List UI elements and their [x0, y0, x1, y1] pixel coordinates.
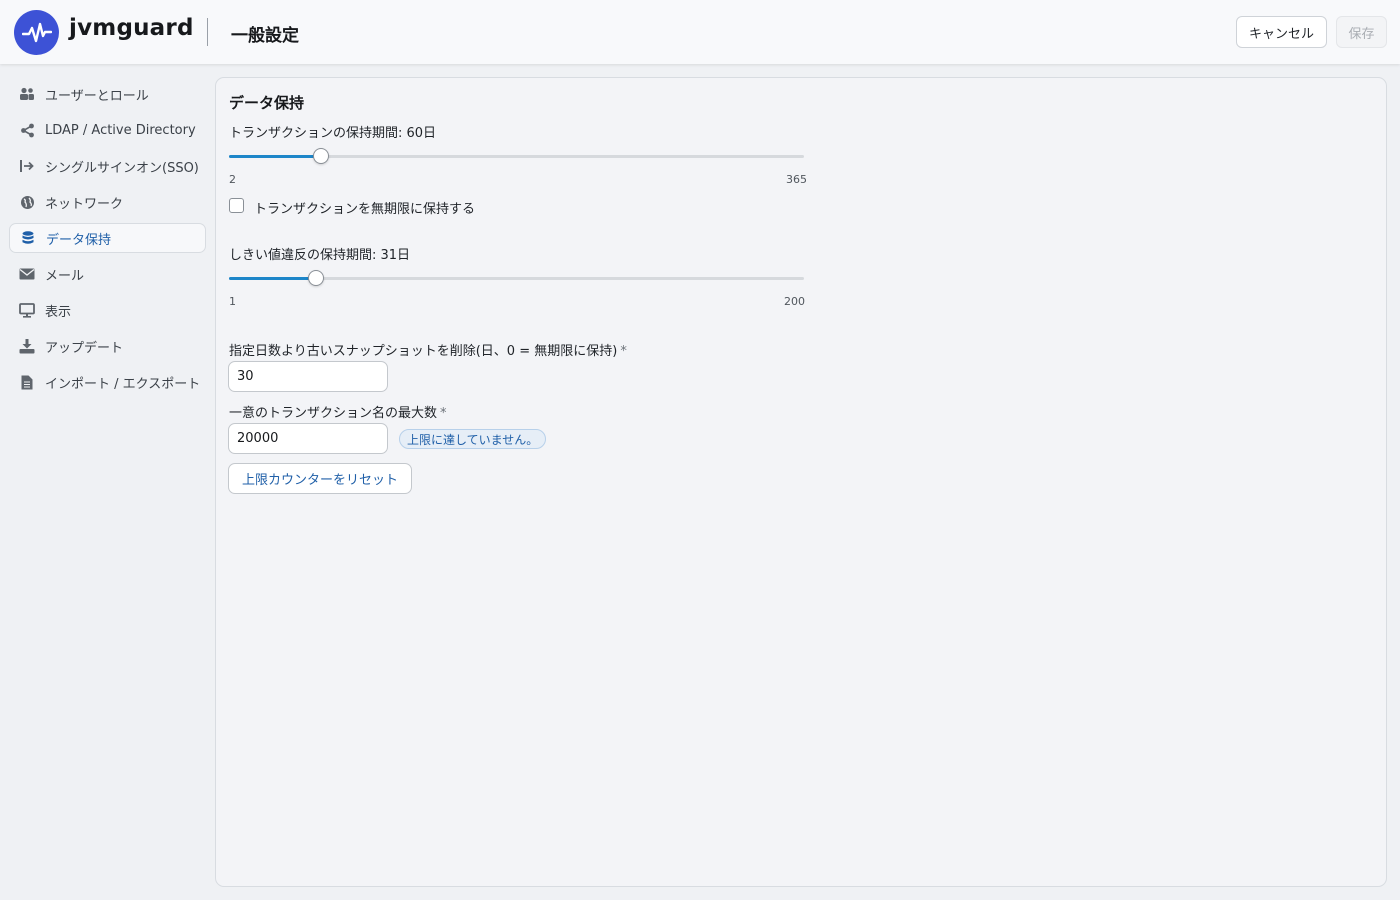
- pulse-icon: [14, 10, 59, 55]
- header-divider: [207, 18, 208, 46]
- unlimited-retention-checkbox[interactable]: [229, 198, 244, 213]
- sidebar-item-label: 表示: [45, 304, 72, 320]
- download-icon: [18, 337, 36, 355]
- slider-fill: [229, 155, 321, 158]
- sidebar-item-sso[interactable]: シングルサインオン(SSO): [9, 151, 206, 181]
- sidebar-item-ldap[interactable]: LDAP / Active Directory: [9, 115, 206, 145]
- slider-min-label: 1: [229, 295, 236, 308]
- slider-max-label: 200: [784, 295, 805, 308]
- sidebar-item-label: データ保持: [46, 232, 112, 248]
- transaction-retention-label: トランザクションの保持期間: 60日: [229, 126, 437, 141]
- transaction-retention-slider[interactable]: [229, 148, 804, 164]
- file-icon: [18, 373, 36, 391]
- sidebar-item-label: シングルサインオン(SSO): [45, 160, 199, 176]
- sidebar-item-label: ネットワーク: [45, 196, 124, 212]
- sidebar-item-import-export[interactable]: インポート / エクスポート: [9, 367, 206, 397]
- share-icon: [18, 121, 36, 139]
- sidebar-item-display[interactable]: 表示: [9, 295, 206, 325]
- slider-max-label: 365: [786, 173, 807, 186]
- monitor-icon: [18, 301, 36, 319]
- sign-in-icon: [18, 157, 36, 175]
- threshold-retention-label: しきい値違反の保持期間: 31日: [229, 248, 411, 263]
- sidebar-item-data-retention[interactable]: データ保持: [9, 223, 206, 253]
- sidebar-item-network[interactable]: ネットワーク: [9, 187, 206, 217]
- sidebar-item-label: アップデート: [45, 340, 124, 356]
- envelope-icon: [18, 265, 36, 283]
- sidebar-item-label: メール: [45, 268, 85, 284]
- brand-name: jvmguard: [69, 15, 194, 41]
- globe-icon: [18, 193, 36, 211]
- sidebar-item-label: インポート / エクスポート: [45, 376, 201, 392]
- sidebar-item-label: LDAP / Active Directory: [45, 122, 196, 138]
- max-transaction-names-input[interactable]: [228, 423, 388, 454]
- snapshot-delete-label: 指定日数より古いスナップショットを削除(日、0 = 無期限に保持) *: [229, 344, 627, 359]
- page-title: 一般設定: [231, 26, 299, 46]
- slider-min-label: 2: [229, 173, 236, 186]
- database-icon: [19, 229, 37, 247]
- users-icon: [18, 85, 36, 103]
- slider-thumb[interactable]: [312, 148, 329, 164]
- slider-fill: [229, 277, 316, 280]
- slider-thumb[interactable]: [307, 270, 324, 286]
- save-button[interactable]: 保存: [1336, 16, 1387, 48]
- snapshot-delete-days-input[interactable]: [228, 361, 388, 392]
- required-mark: *: [620, 344, 627, 359]
- limit-status-badge: 上限に達していません。: [399, 429, 547, 449]
- max-transaction-names-label: 一意のトランザクション名の最大数 *: [229, 406, 447, 421]
- sidebar: ユーザーとロール LDAP / Active Directory シングルサイン…: [0, 64, 216, 900]
- sidebar-item-mail[interactable]: メール: [9, 259, 206, 289]
- data-retention-panel: データ保持 トランザクションの保持期間: 60日 2 365 トランザクションを…: [215, 77, 1387, 887]
- sidebar-item-updates[interactable]: アップデート: [9, 331, 206, 361]
- reset-limit-counter-button[interactable]: 上限カウンターをリセット: [228, 463, 413, 494]
- section-title: データ保持: [229, 94, 305, 112]
- unlimited-retention-label: トランザクションを無期限に保持する: [254, 202, 476, 217]
- header-bar: jvmguard 一般設定 キャンセル 保存: [0, 0, 1400, 64]
- cancel-button[interactable]: キャンセル: [1236, 16, 1327, 48]
- required-mark: *: [440, 406, 447, 421]
- threshold-retention-slider[interactable]: [229, 270, 804, 286]
- sidebar-item-label: ユーザーとロール: [45, 88, 149, 104]
- sidebar-item-users-and-roles[interactable]: ユーザーとロール: [9, 79, 206, 109]
